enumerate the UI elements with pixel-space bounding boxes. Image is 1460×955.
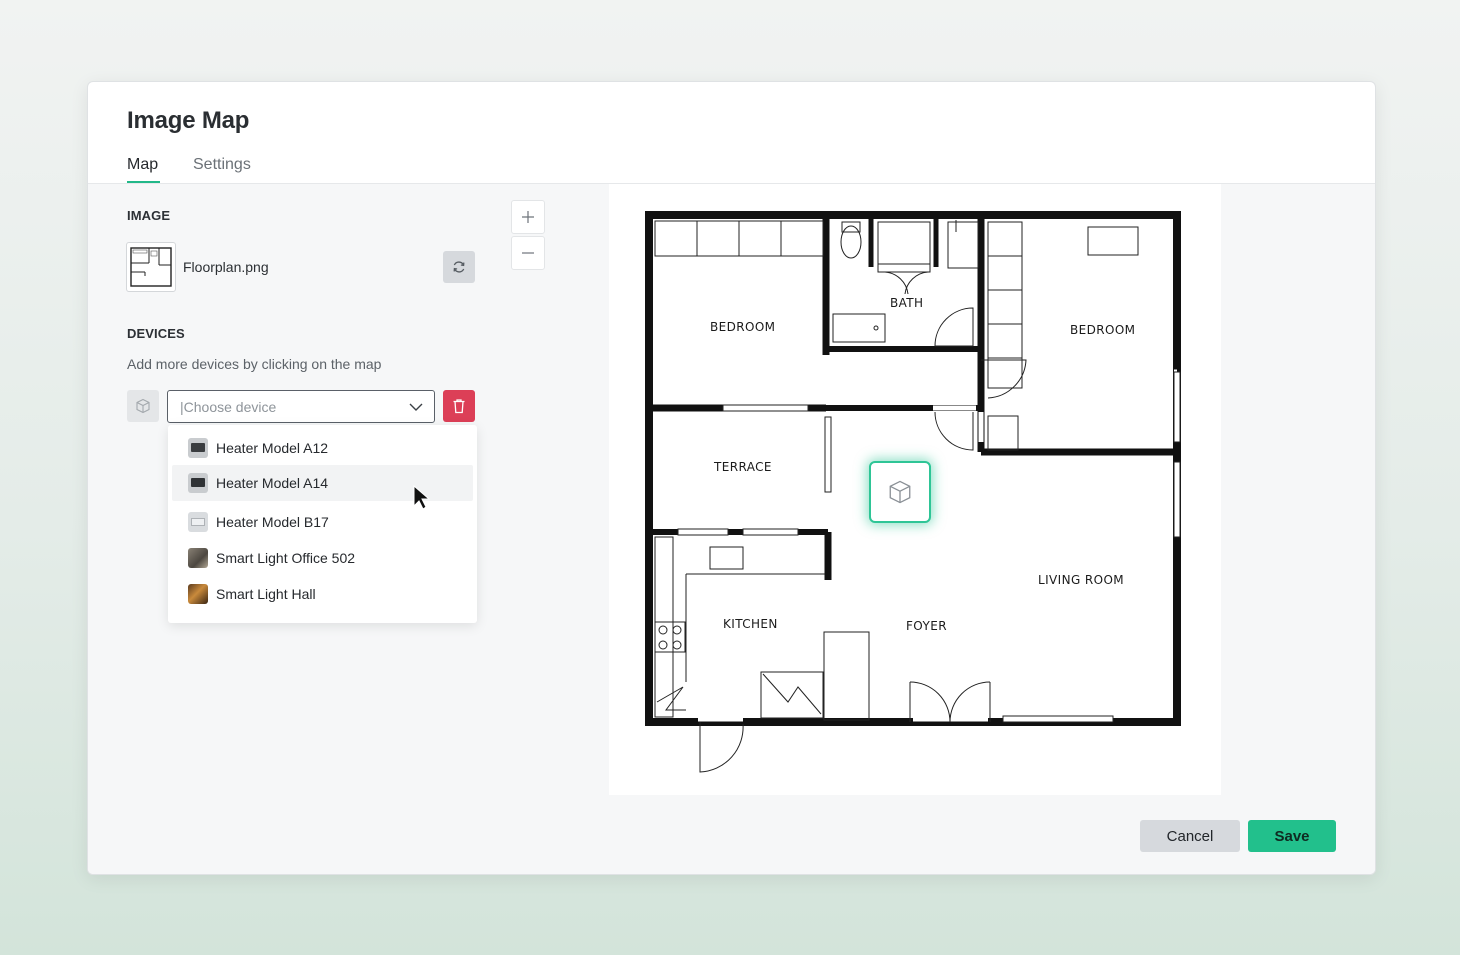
light-thumbnail <box>188 548 208 568</box>
device-option-label: Smart Light Hall <box>216 586 316 602</box>
room-label: BEDROOM <box>1070 323 1135 337</box>
zoom-out-button[interactable] <box>511 236 545 270</box>
device-option-label: Heater Model B17 <box>216 514 329 530</box>
plus-icon <box>522 211 534 223</box>
device-select-placeholder: |Choose device <box>180 399 277 415</box>
dialog-title: Image Map <box>127 107 250 134</box>
device-option[interactable]: Smart Light Hall <box>172 576 473 612</box>
chevron-down-icon <box>409 403 423 411</box>
image-filename: Floorplan.png <box>183 259 269 275</box>
floorplan-thumbnail <box>126 242 176 292</box>
cube-icon <box>889 480 911 504</box>
tab-settings[interactable]: Settings <box>193 156 251 174</box>
zoom-in-button[interactable] <box>511 200 545 234</box>
device-option[interactable]: Smart Light Office 502 <box>172 540 473 576</box>
device-option-label: Heater Model A12 <box>216 440 329 456</box>
delete-device-button[interactable] <box>443 390 475 422</box>
room-label: TERRACE <box>713 460 772 474</box>
tab-map[interactable]: Map <box>127 156 158 174</box>
device-option-label: Heater Model A14 <box>216 475 329 491</box>
devices-section-label: DEVICES <box>127 326 185 341</box>
room-label: KITCHEN <box>723 617 778 631</box>
room-label: FOYER <box>906 619 947 633</box>
mouse-cursor-icon <box>413 485 431 510</box>
refresh-icon <box>453 261 465 273</box>
cube-icon <box>136 398 150 414</box>
device-option[interactable]: Heater Model A12 <box>172 430 473 466</box>
device-type-icon-box <box>127 390 159 422</box>
minus-icon <box>522 252 534 254</box>
replace-image-button[interactable] <box>443 251 475 283</box>
device-option-label: Smart Light Office 502 <box>216 550 356 566</box>
light-thumbnail <box>188 584 208 604</box>
device-dropdown-menu: Heater Model A12 Heater Model A14 Heater… <box>168 425 477 623</box>
room-label: LIVING ROOM <box>1038 573 1124 587</box>
trash-icon <box>453 399 465 414</box>
heater-thumbnail <box>188 473 208 493</box>
heater-thumbnail <box>188 438 208 458</box>
device-select[interactable]: |Choose device <box>167 390 435 423</box>
save-button[interactable]: Save <box>1248 820 1336 852</box>
room-label: BEDROOM <box>710 320 775 334</box>
image-section-label: IMAGE <box>127 208 171 223</box>
image-map-dialog: Image Map Map Settings IMAGE Floorplan.p… <box>87 81 1376 875</box>
room-label: BATH <box>890 296 923 310</box>
heater-thumbnail <box>188 512 208 532</box>
device-marker[interactable] <box>869 461 931 523</box>
devices-hint: Add more devices by clicking on the map <box>127 356 382 372</box>
cancel-button[interactable]: Cancel <box>1140 820 1240 852</box>
